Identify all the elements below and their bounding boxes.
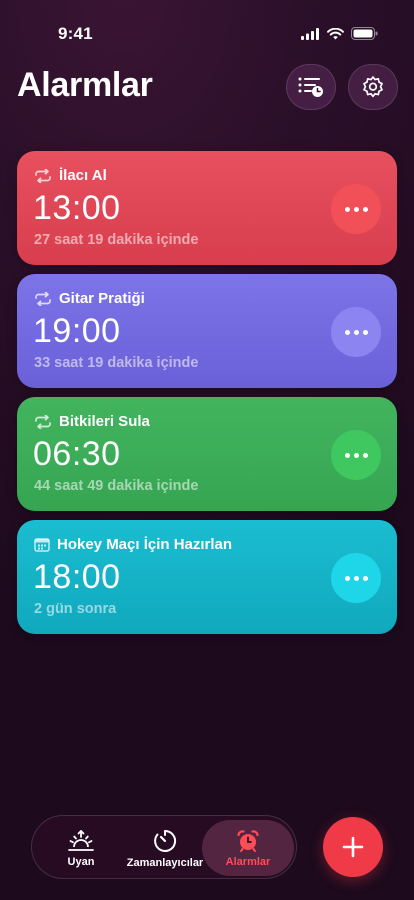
alarm-list: İlacı Al 13:00 27 saat 19 dakika içinde … <box>17 151 397 643</box>
tab-label: Alarmlar <box>225 855 271 868</box>
alarm-clock-icon <box>237 829 259 852</box>
status-time: 9:41 <box>58 24 93 43</box>
page-title: Alarmlar <box>17 66 153 104</box>
calendar-icon <box>34 538 50 552</box>
alarm-time: 18:00 <box>33 558 121 596</box>
sunrise-icon <box>68 829 94 851</box>
alarm-time: 19:00 <box>33 312 121 350</box>
gear-icon <box>363 76 383 98</box>
alarm-label: Hokey Maçı İçin Hazırlan <box>57 536 233 553</box>
more-options-button[interactable] <box>331 307 381 357</box>
tab-label: Zamanlayıcılar <box>126 856 204 869</box>
header: Alarmlar <box>0 60 414 120</box>
battery-icon <box>351 27 378 40</box>
alarm-label: Bitkileri Sula <box>59 413 150 430</box>
more-options-button[interactable] <box>331 184 381 234</box>
add-alarm-button[interactable] <box>323 817 383 877</box>
repeat-icon <box>35 414 51 429</box>
alarm-card[interactable]: Gitar Pratiği 19:00 33 saat 19 dakika iç… <box>17 274 397 388</box>
tab-label: Uyan <box>67 855 95 868</box>
list-clock-icon <box>298 77 323 97</box>
ellipsis-icon <box>344 329 350 335</box>
alarm-time: 13:00 <box>33 189 121 227</box>
alarm-label: İlacı Al <box>59 167 107 184</box>
more-options-button[interactable] <box>331 430 381 480</box>
status-icons <box>301 27 378 40</box>
status-bar: 9:41 <box>0 0 414 60</box>
alarm-card[interactable]: İlacı Al 13:00 27 saat 19 dakika içinde <box>17 151 397 265</box>
tab-bar: Uyan Zamanlayıcılar Alarmlar <box>31 815 297 879</box>
wifi-icon <box>327 27 344 39</box>
plus-icon <box>342 836 364 858</box>
sort-filter-button[interactable] <box>286 64 336 110</box>
cellular-signal-icon <box>301 27 319 40</box>
alarm-countdown: 44 saat 49 dakika içinde <box>34 478 199 494</box>
repeat-icon <box>35 168 51 183</box>
alarm-countdown: 27 saat 19 dakika içinde <box>34 232 199 248</box>
repeat-icon <box>35 291 51 306</box>
ellipsis-icon <box>344 452 350 458</box>
alarm-countdown: 33 saat 19 dakika içinde <box>34 355 199 371</box>
more-options-button[interactable] <box>331 553 381 603</box>
tab-wake[interactable]: Uyan <box>46 820 116 876</box>
alarm-countdown: 2 gün sonra <box>34 601 117 617</box>
ellipsis-icon <box>344 575 350 581</box>
alarm-label: Gitar Pratiği <box>59 290 145 307</box>
tab-alarms[interactable]: Alarmlar <box>202 820 294 876</box>
tab-timers[interactable]: Zamanlayıcılar <box>120 820 210 876</box>
timer-icon <box>154 829 177 852</box>
alarm-card[interactable]: Bitkileri Sula 06:30 44 saat 49 dakika i… <box>17 397 397 511</box>
ellipsis-icon <box>344 206 350 212</box>
alarm-card[interactable]: Hokey Maçı İçin Hazırlan 18:00 2 gün son… <box>17 520 397 634</box>
settings-button[interactable] <box>348 64 398 110</box>
alarm-time: 06:30 <box>33 435 121 473</box>
